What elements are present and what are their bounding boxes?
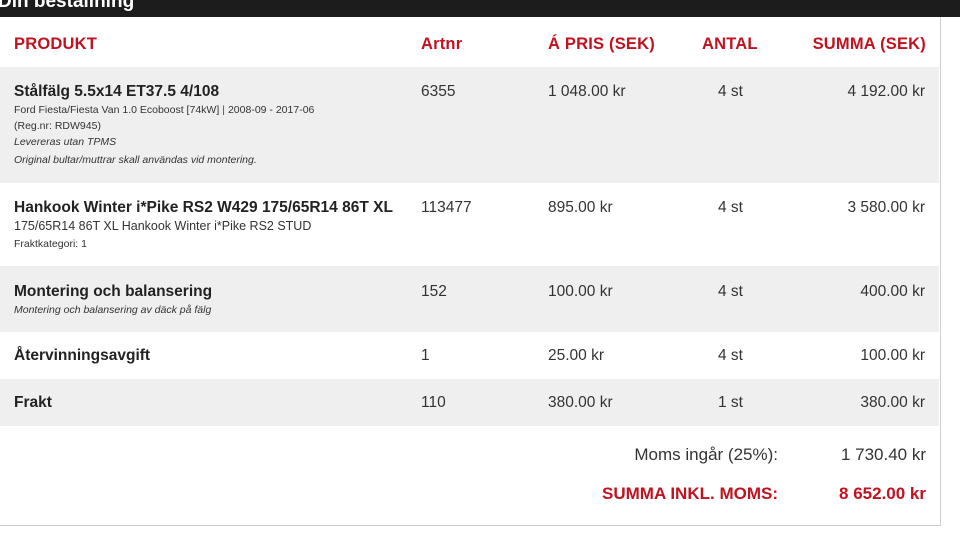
sum-value: 100.00 kr — [860, 347, 925, 364]
table-row: Hankook Winter i*Pike RS2 W429 175/65R14… — [0, 183, 939, 266]
table-row: Frakt 110 380.00 kr 1 st 380.00 kr — [0, 379, 939, 426]
table-row: Stålfälg 5.5x14 ET37.5 4/108 Ford Fiesta… — [0, 67, 939, 183]
unit-price-value: 100.00 kr — [548, 283, 613, 300]
sum-value: 380.00 kr — [860, 394, 925, 411]
order-title: Din beställning — [0, 0, 135, 12]
quantity-value: 4 st — [718, 199, 743, 216]
separator: | — [222, 104, 225, 116]
product-note: Montering och balansering av däck på fäl… — [14, 304, 212, 316]
quantity-value: 4 st — [718, 347, 743, 364]
product-note: Original bultar/muttrar skall användas v… — [14, 154, 257, 166]
total-value: 8 652.00 kr — [839, 484, 926, 503]
unit-price-value: 380.00 kr — [548, 394, 613, 411]
product-name: Frakt — [14, 394, 52, 411]
unit-price-value: 895.00 kr — [548, 199, 613, 216]
product-description: 175/65R14 86T XL Hankook Winter i*Pike R… — [14, 219, 312, 233]
artnr-value: 6355 — [421, 83, 456, 100]
order-header-bar: Din beställning — [0, 0, 960, 17]
vehicle-model: Ford Fiesta/Fiesta Van 1.0 Ecoboost [74k… — [14, 104, 220, 116]
column-header-product: PRODUKT — [14, 35, 97, 53]
table-row: Återvinningsavgift 1 25.00 kr 4 st 100.0… — [0, 332, 939, 379]
product-regnr: (Reg.nr: RDW945) — [14, 120, 101, 132]
quantity-value: 4 st — [718, 83, 743, 100]
quantity-value: 1 st — [718, 394, 743, 411]
unit-price-value: 25.00 kr — [548, 347, 605, 364]
vat-label: Moms ingår (25%): — [634, 445, 778, 464]
column-header-sum: SUMMA (SEK) — [812, 35, 926, 53]
artnr-value: 110 — [421, 394, 446, 411]
column-header-artnr: Artnr — [421, 35, 463, 53]
product-name: Montering och balansering — [14, 283, 213, 300]
sum-value: 3 580.00 kr — [847, 199, 925, 216]
total-label: SUMMA INKL. MOMS: — [602, 484, 778, 503]
product-name: Stålfälg 5.5x14 ET37.5 4/108 — [14, 83, 220, 100]
artnr-value: 113477 — [421, 199, 472, 216]
column-header-quantity: ANTAL — [702, 35, 758, 53]
product-name: Återvinningsavgift — [14, 347, 151, 364]
sum-value: 4 192.00 kr — [847, 83, 925, 100]
vehicle-years: 2008-09 - 2017-06 — [227, 104, 315, 116]
sum-value: 400.00 kr — [860, 283, 925, 300]
order-table: PRODUKT Artnr Á PRIS (SEK) ANTAL SUMMA (… — [0, 17, 941, 526]
artnr-value: 152 — [421, 283, 447, 300]
freight-category: Fraktkategori: 1 — [14, 238, 87, 250]
quantity-value: 4 st — [718, 283, 743, 300]
column-header-unit-price: Á PRIS (SEK) — [548, 35, 655, 53]
vat-value: 1 730.40 kr — [840, 445, 926, 464]
product-vehicle: Ford Fiesta/Fiesta Van 1.0 Ecoboost [74k… — [14, 104, 314, 116]
product-note: Levereras utan TPMS — [14, 136, 117, 148]
product-name: Hankook Winter i*Pike RS2 W429 175/65R14… — [14, 199, 393, 216]
unit-price-value: 1 048.00 kr — [548, 83, 626, 100]
artnr-value: 1 — [421, 347, 430, 364]
table-row: Montering och balansering Montering och … — [0, 266, 939, 332]
